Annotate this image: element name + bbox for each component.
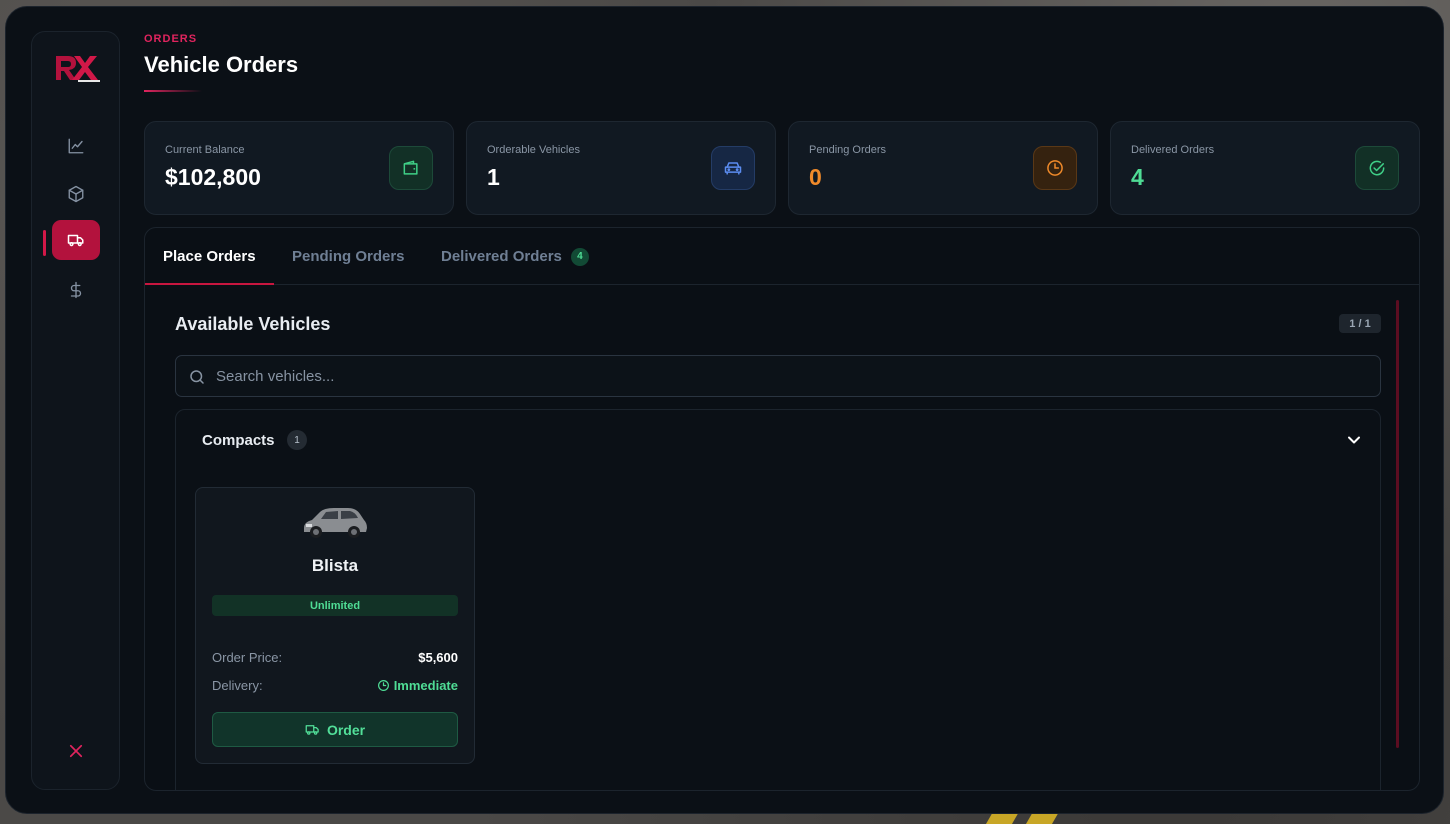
- title-underline: [144, 90, 202, 92]
- section-title: Available Vehicles: [175, 314, 331, 334]
- sidebar-item-inventory[interactable]: [52, 174, 100, 214]
- category-section: Compacts 1 Blista Unlimited Order Price:…: [175, 409, 1381, 790]
- stat-icon-box: [1355, 146, 1399, 190]
- wallet-icon: [403, 160, 418, 175]
- chevron-down-icon[interactable]: [1344, 430, 1364, 450]
- search-icon: [190, 370, 204, 384]
- tab-pending-orders[interactable]: Pending Orders: [292, 228, 405, 285]
- stat-value: 4: [1131, 164, 1144, 190]
- active-tab-underline: [145, 283, 274, 285]
- stat-value: $102,800: [165, 164, 261, 190]
- delivery-text: Immediate: [393, 678, 458, 693]
- price-value: $5,600: [418, 650, 458, 665]
- scrollbar[interactable]: [1396, 300, 1399, 748]
- chart-icon: [68, 138, 84, 154]
- delivery-value: Immediate: [377, 678, 458, 693]
- stat-icon-box: [389, 146, 433, 190]
- stat-label: Orderable Vehicles: [487, 144, 580, 156]
- tab-label: Pending Orders: [292, 248, 405, 265]
- search-bar: [175, 355, 1381, 397]
- category-count: 1: [287, 430, 307, 450]
- stat-value: 0: [809, 164, 822, 190]
- main-panel: Place Orders Pending Orders Delivered Or…: [144, 227, 1420, 791]
- truck-icon: [305, 725, 319, 735]
- tab-label: Place Orders: [163, 248, 256, 265]
- vehicle-name: Blista: [311, 556, 359, 575]
- box-icon: [68, 185, 84, 203]
- page-eyebrow: ORDERS: [144, 33, 198, 45]
- search-input[interactable]: [216, 356, 1366, 396]
- dollar-icon: [70, 281, 82, 299]
- delivery-label: Delivery:: [212, 678, 263, 693]
- truck-icon: [67, 234, 84, 247]
- stat-icon-box: [1033, 146, 1077, 190]
- tab-label: Delivered Orders: [441, 248, 562, 265]
- car-icon: [724, 162, 742, 175]
- tab-bar: Place Orders Pending Orders Delivered Or…: [145, 228, 1419, 285]
- count-badge: 4: [570, 247, 589, 266]
- order-button[interactable]: Order: [212, 712, 458, 747]
- order-button-label: Order: [326, 721, 366, 738]
- sidebar-item-analytics[interactable]: [52, 126, 100, 166]
- clock-icon: [1047, 160, 1063, 176]
- app-window: ORDERS Vehicle Orders Current Balance $1…: [5, 6, 1444, 814]
- stat-icon-box: [711, 146, 755, 190]
- tab-place-orders[interactable]: Place Orders: [163, 228, 256, 285]
- sidebar-item-finance[interactable]: [52, 270, 100, 310]
- check-circle-icon: [1369, 160, 1385, 176]
- clock-icon: [377, 680, 389, 691]
- stat-value: 1: [487, 164, 500, 190]
- vehicle-card: Blista Unlimited Order Price: $5,600 Del…: [195, 487, 475, 764]
- close-button[interactable]: [64, 739, 88, 763]
- vehicle-image: [304, 508, 367, 538]
- page-indicator: 1 / 1: [1339, 314, 1381, 333]
- active-indicator: [43, 230, 46, 256]
- price-label: Order Price:: [212, 650, 283, 665]
- close-icon: [69, 744, 83, 758]
- stock-badge: Unlimited: [212, 595, 458, 616]
- category-header[interactable]: Compacts 1: [176, 410, 1380, 472]
- sidebar: [31, 31, 120, 790]
- stat-label: Delivered Orders: [1131, 144, 1215, 156]
- stat-card-delivered: Delivered Orders 4: [1110, 121, 1420, 215]
- stat-card-balance: Current Balance $102,800: [144, 121, 454, 215]
- sidebar-item-orders[interactable]: [52, 220, 100, 260]
- stat-card-orderable: Orderable Vehicles 1: [466, 121, 776, 215]
- stat-card-pending: Pending Orders 0: [788, 121, 1098, 215]
- logo-icon: [56, 56, 100, 82]
- tab-delivered-orders[interactable]: Delivered Orders 4: [441, 228, 589, 285]
- page-title: Vehicle Orders: [144, 52, 299, 77]
- stat-label: Current Balance: [165, 144, 245, 156]
- stat-label: Pending Orders: [809, 144, 887, 156]
- category-name: Compacts: [202, 432, 275, 449]
